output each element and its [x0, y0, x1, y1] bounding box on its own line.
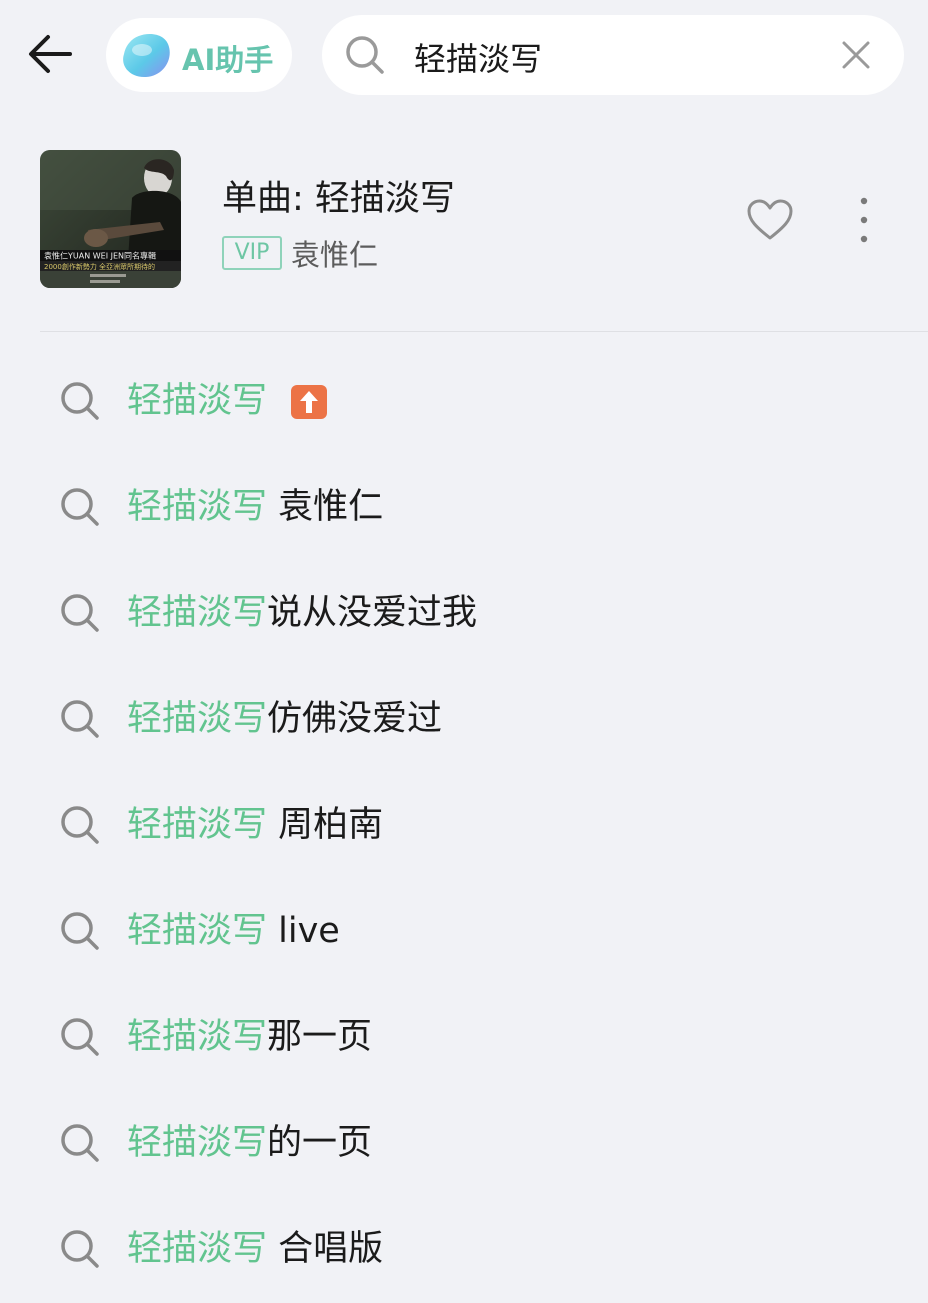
suggestion-text: 轻描淡写那一页	[127, 1015, 372, 1059]
search-input[interactable]: 轻描淡写	[414, 34, 542, 80]
ai-assistant-label: AI助手	[182, 43, 274, 77]
suggestion-text: 轻描淡写 live	[127, 909, 340, 953]
suggestion-highlight: 轻描淡写	[127, 593, 268, 633]
suggestion-rest: 合唱版	[267, 1229, 384, 1269]
suggestion-highlight: 轻描淡写	[127, 487, 268, 527]
suggestion-highlight: 轻描淡写	[127, 1017, 268, 1057]
song-title: 单曲: 轻描淡写	[222, 179, 455, 219]
suggestion-item[interactable]: 轻描淡写 袁惟仁	[0, 455, 928, 561]
suggestion-rest: live	[267, 911, 340, 951]
suggestion-highlight: 轻描淡写	[127, 1123, 268, 1163]
suggestion-rest: 说从没爱过我	[267, 593, 478, 633]
search-icon	[61, 700, 99, 738]
search-field[interactable]: 轻描淡写	[322, 15, 904, 95]
suggestion-text: 轻描淡写 周柏南	[127, 803, 383, 847]
suggestion-item[interactable]: 轻描淡写 live	[0, 879, 928, 985]
ai-orb-icon	[123, 34, 170, 78]
suggestion-highlight: 轻描淡写	[127, 699, 268, 739]
heart-outline-icon[interactable]	[746, 198, 794, 242]
suggestion-text: 轻描淡写 袁惟仁	[127, 485, 383, 529]
suggestion-rest: 仿佛没爱过	[267, 699, 443, 739]
close-icon[interactable]	[838, 37, 874, 73]
search-icon	[61, 382, 99, 420]
suggestion-item[interactable]: 轻描淡写 合唱版	[0, 1197, 928, 1303]
back-button[interactable]	[22, 26, 78, 82]
divider	[40, 331, 928, 332]
suggestion-item[interactable]: 轻描淡写 周柏南	[0, 773, 928, 879]
suggestion-highlight: 轻描淡写	[127, 911, 268, 951]
suggestion-item[interactable]: 轻描淡写的一页	[0, 1091, 928, 1197]
suggestion-item[interactable]: 轻描淡写	[0, 349, 928, 455]
suggestion-rest: 的一页	[267, 1123, 373, 1163]
album-cover[interactable]: 袁惟仁YUAN WEI JEN同名專輯 2000創作新勢力 全亞洲眾所期待的	[40, 150, 181, 288]
search-icon	[61, 1230, 99, 1268]
search-icon	[61, 1124, 99, 1162]
suggestion-item[interactable]: 轻描淡写仿佛没爱过	[0, 667, 928, 773]
search-icon	[61, 912, 99, 950]
search-icon	[61, 806, 99, 844]
suggestion-highlight: 轻描淡写	[127, 805, 268, 845]
cover-subtitle-text: 2000創作新勢力 全亞洲眾所期待的	[44, 262, 155, 271]
top-bar: AI助手 轻描淡写	[0, 0, 928, 110]
suggestion-rest: 袁惟仁	[267, 487, 384, 527]
more-vertical-icon[interactable]	[852, 194, 876, 246]
search-icon	[61, 1018, 99, 1056]
cover-title-text: 袁惟仁YUAN WEI JEN同名專輯	[44, 251, 156, 261]
suggestion-text: 轻描淡写的一页	[127, 1121, 372, 1165]
trending-up-icon	[291, 385, 327, 419]
suggestion-item[interactable]: 轻描淡写那一页	[0, 985, 928, 1091]
suggestion-text: 轻描淡写 合唱版	[127, 1227, 383, 1271]
search-icon	[346, 36, 384, 74]
ai-assistant-button[interactable]: AI助手	[106, 18, 292, 92]
search-icon	[61, 488, 99, 526]
suggestion-item[interactable]: 轻描淡写说从没爱过我	[0, 561, 928, 667]
arrow-left-icon	[29, 35, 72, 73]
suggestion-highlight: 轻描淡写	[127, 381, 268, 421]
suggestion-highlight: 轻描淡写	[127, 1229, 268, 1269]
suggestion-text: 轻描淡写说从没爱过我	[127, 591, 477, 635]
suggestion-text: 轻描淡写	[127, 379, 267, 423]
suggestion-rest: 那一页	[267, 1017, 373, 1057]
vip-badge: VIP	[222, 236, 282, 270]
search-icon	[61, 594, 99, 632]
artist-name[interactable]: 袁惟仁	[291, 232, 378, 274]
suggestion-text: 轻描淡写仿佛没爱过	[127, 697, 442, 741]
suggestion-rest: 周柏南	[267, 805, 384, 845]
song-result-card[interactable]: 袁惟仁YUAN WEI JEN同名專輯 2000創作新勢力 全亞洲眾所期待的 单…	[0, 140, 928, 310]
